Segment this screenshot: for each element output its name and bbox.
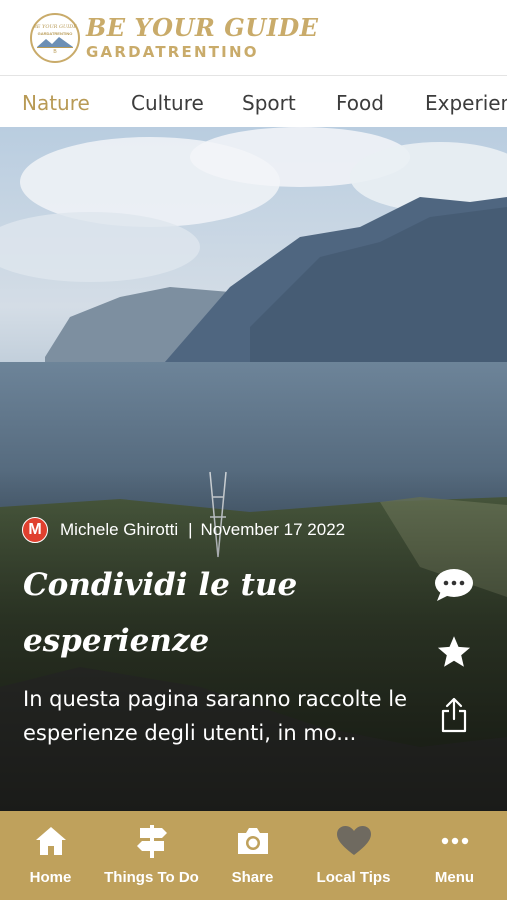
camera-icon (237, 828, 268, 854)
author-name[interactable]: Michele Ghirotti (60, 520, 178, 540)
share-button[interactable] (432, 693, 476, 737)
comment-button[interactable] (432, 563, 476, 607)
tab-experiences[interactable]: Experiences (425, 91, 507, 115)
home-icon (35, 827, 66, 855)
more-icon (441, 837, 468, 845)
mountain-icon (37, 37, 73, 48)
article-excerpt[interactable]: In questa pagina saranno raccolte le esp… (23, 682, 423, 750)
article-date: November 17 2022 (200, 520, 346, 539)
avatar[interactable]: M (22, 517, 48, 543)
app-header: BE YOUR GUIDE GARDATRENTINO B BE YOUR GU… (0, 0, 507, 76)
article-card[interactable]: M Michele Ghirotti | November 17 2022 Co… (0, 127, 507, 811)
signpost-icon (136, 825, 167, 858)
tab-food[interactable]: Food (336, 91, 384, 115)
nav-share-label: Share (231, 869, 274, 886)
article-title[interactable]: Condividi le tue esperienze (23, 557, 423, 669)
nav-home[interactable]: Home (0, 811, 101, 900)
logo-badge-letter: B (53, 49, 57, 55)
meta-separator: | (188, 520, 193, 539)
brand-logo[interactable]: BE YOUR GUIDE GARDATRENTINO B (30, 13, 80, 63)
nav-menu-label: Menu (434, 869, 475, 886)
brand-subtitle: GARDATRENTINO (86, 43, 259, 61)
comment-icon (435, 569, 473, 601)
tab-culture[interactable]: Culture (131, 91, 204, 115)
favorite-button[interactable] (432, 630, 476, 674)
nav-things-to-do[interactable]: Things To Do (101, 811, 202, 900)
nav-local-tips[interactable]: Local Tips (303, 811, 404, 900)
category-tabs: Nature Culture Sport Food Experiences (0, 77, 507, 127)
tab-nature[interactable]: Nature (22, 91, 90, 115)
nav-local-tips-label: Local Tips (316, 869, 391, 886)
bottom-nav: Home Things To Do Share Local Tips Menu (0, 811, 507, 900)
share-icon (441, 697, 467, 733)
brand-title: BE YOUR GUIDE (86, 13, 319, 42)
nav-home-label: Home (29, 869, 72, 886)
heart-icon (336, 826, 371, 855)
nav-things-to-do-label: Things To Do (104, 869, 199, 886)
star-icon (437, 636, 471, 667)
nav-share[interactable]: Share (202, 811, 303, 900)
nav-menu[interactable]: Menu (404, 811, 505, 900)
author-row: M Michele Ghirotti | November 17 2022 (22, 516, 345, 544)
logo-badge-text: BE YOUR GUIDE (33, 24, 77, 30)
tab-sport[interactable]: Sport (242, 91, 296, 115)
